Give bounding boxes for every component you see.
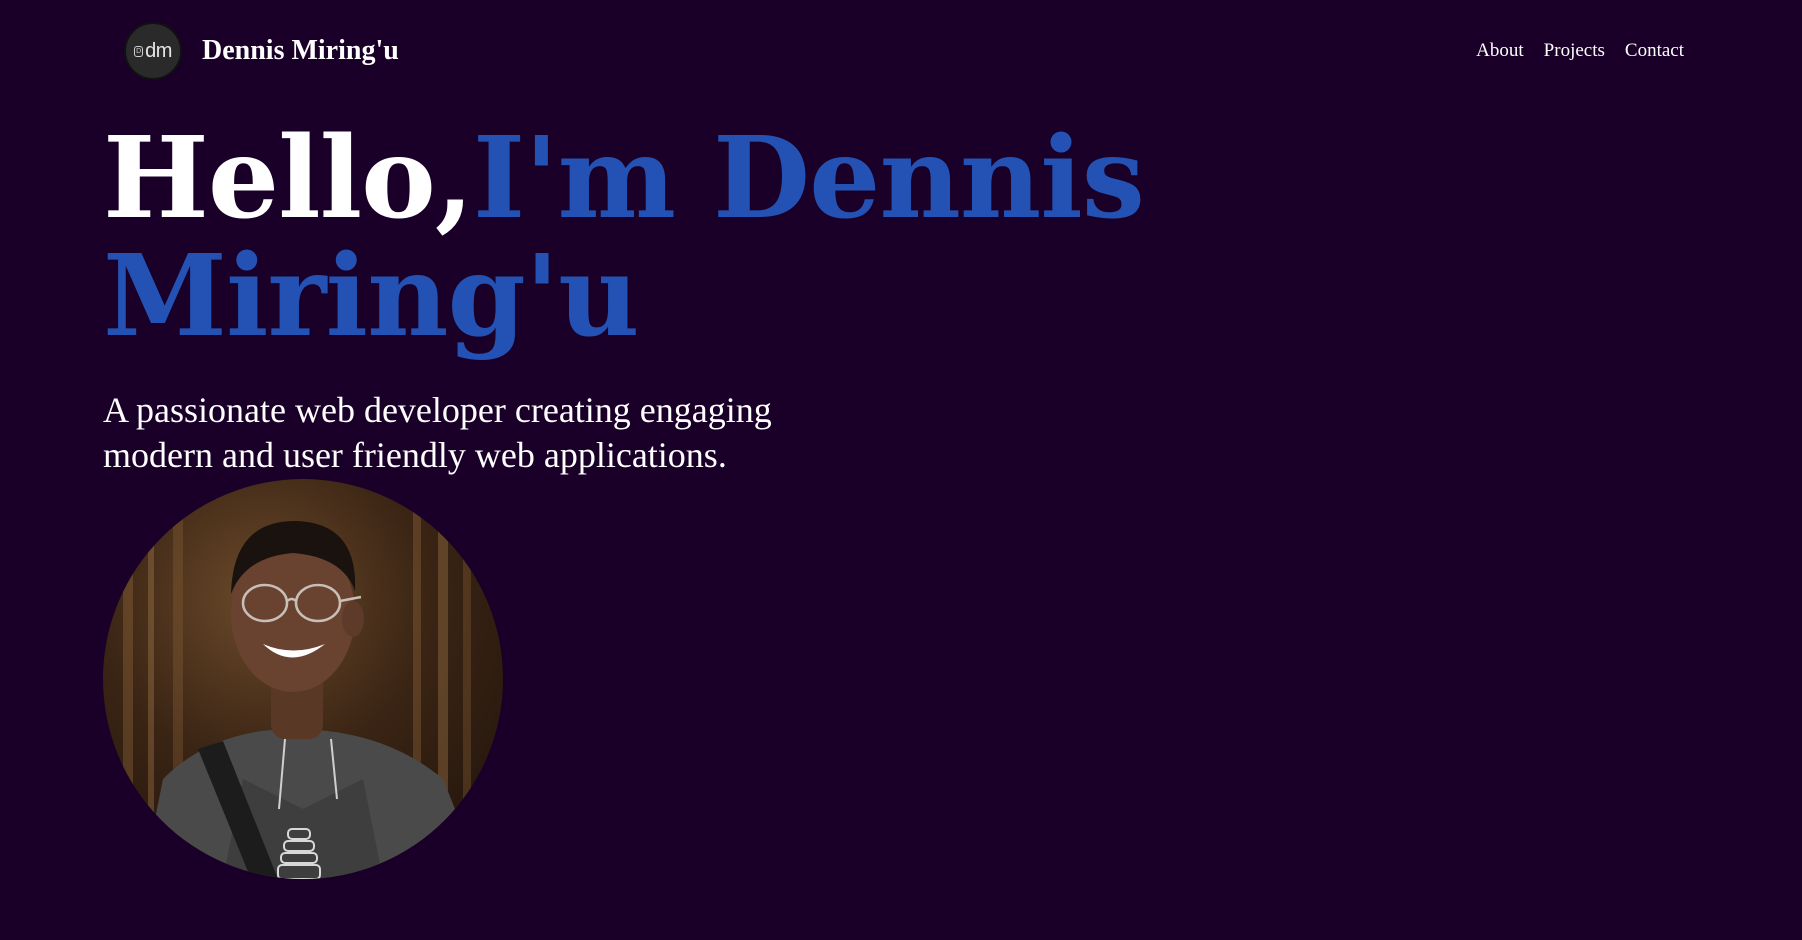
site-header: D dm Dennis Miring'u About Projects Cont…: [0, 0, 1802, 104]
logo-text: dm: [145, 39, 172, 62]
nav-link-projects[interactable]: Projects: [1544, 40, 1605, 62]
page: D dm Dennis Miring'u About Projects Cont…: [0, 0, 1802, 940]
brand-link[interactable]: D dm Dennis Miring'u: [124, 22, 399, 80]
nav-link-about[interactable]: About: [1476, 40, 1524, 62]
brand-name: Dennis Miring'u: [202, 35, 399, 66]
logo: D dm: [124, 22, 182, 80]
main-nav: About Projects Contact: [1476, 40, 1684, 62]
logo-mark-icon: D: [134, 45, 144, 57]
nav-link-contact[interactable]: Contact: [1625, 40, 1684, 62]
profile-photo-illustration: [123, 479, 483, 879]
hero-subtitle: A passionate web developer creating enga…: [103, 390, 772, 475]
profile-photo: [103, 479, 503, 879]
hero-title: Hello,I'm Dennis Miring'u: [103, 120, 1403, 356]
hero-greeting: Hello,: [103, 113, 474, 244]
